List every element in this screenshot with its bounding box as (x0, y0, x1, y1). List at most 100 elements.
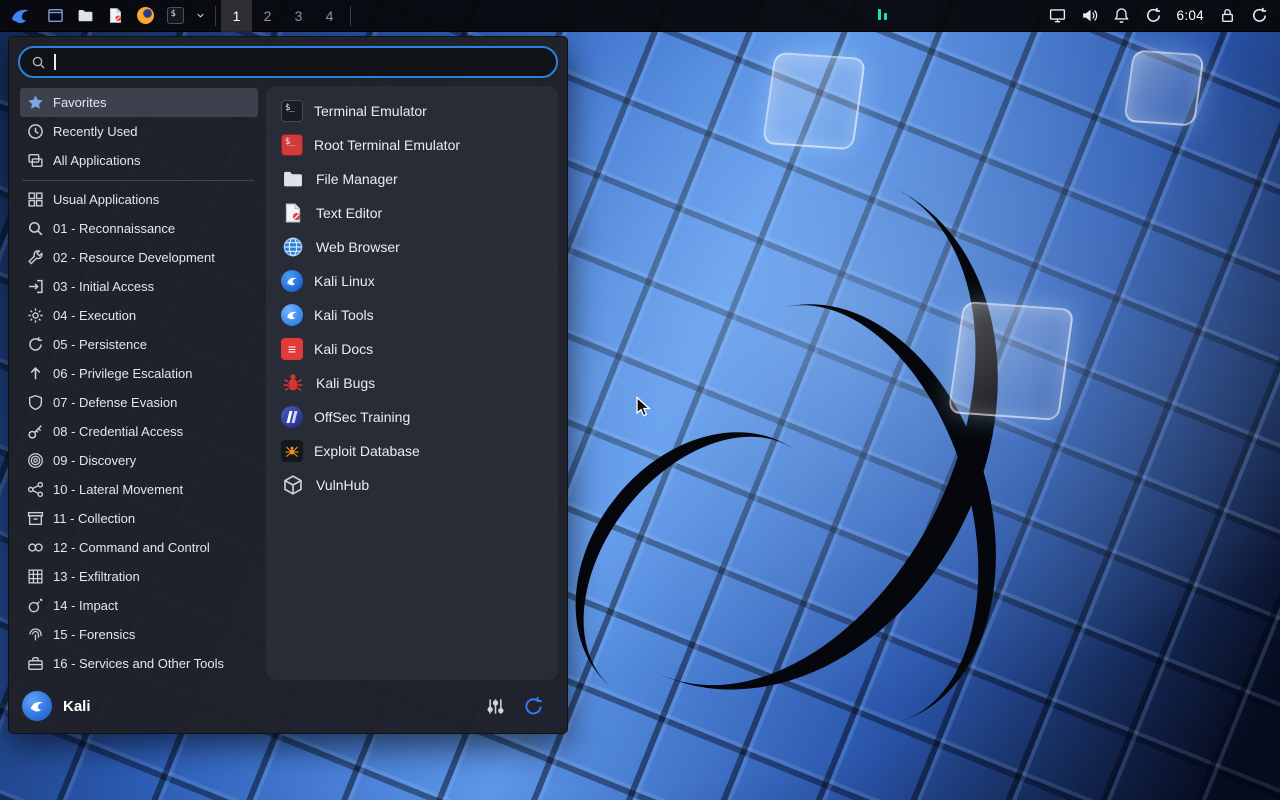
workspace-3[interactable]: 3 (283, 0, 314, 32)
web-browser-icon (281, 235, 305, 259)
clock[interactable]: 6:04 (1177, 8, 1204, 23)
category-label: 09 - Discovery (53, 453, 137, 468)
category-label: 14 - Impact (53, 598, 119, 613)
category-item-10-lateral-movement[interactable]: 10 - Lateral Movement (20, 475, 258, 504)
category-item-14-impact[interactable]: 14 - Impact (20, 591, 258, 620)
category-item-all-applications[interactable]: All Applications (20, 146, 258, 175)
updates-icon[interactable] (1145, 7, 1162, 24)
category-item-03-initial-access[interactable]: 03 - Initial Access (20, 272, 258, 301)
category-label: 04 - Execution (53, 308, 137, 323)
category-item-11-collection[interactable]: 11 - Collection (20, 504, 258, 533)
arrow-up-icon (27, 365, 44, 382)
app-label: Root Terminal Emulator (314, 137, 461, 153)
wallpaper-decoration (1123, 49, 1205, 127)
app-item-web-browser[interactable]: Web Browser (275, 230, 549, 264)
text-caret (54, 54, 56, 70)
app-item-kali-bugs[interactable]: Kali Bugs (275, 366, 549, 400)
wallpaper-decoration (761, 51, 867, 151)
app-label: Web Browser (316, 239, 400, 255)
search-bar[interactable] (18, 46, 558, 78)
category-label: Recently Used (53, 124, 138, 139)
panel-separator (350, 5, 351, 26)
app-label: Kali Linux (314, 273, 375, 289)
category-item-07-defense-evasion[interactable]: 07 - Defense Evasion (20, 388, 258, 417)
root-terminal-icon (281, 134, 303, 156)
launcher-terminal[interactable] (160, 0, 190, 32)
app-item-root-terminal-emulator[interactable]: Root Terminal Emulator (275, 128, 549, 162)
category-item-01-reconnaissance[interactable]: 01 - Reconnaissance (20, 214, 258, 243)
terminal-icon (166, 7, 184, 24)
category-label: 12 - Command and Control (53, 540, 210, 555)
star-icon (27, 94, 44, 111)
system-tray: 6:04 (1049, 7, 1280, 24)
kali-docs-icon (281, 338, 303, 360)
app-list: Terminal Emulator Root Terminal Emulator… (266, 86, 558, 680)
app-item-terminal-emulator[interactable]: Terminal Emulator (275, 94, 549, 128)
workspace-4[interactable]: 4 (314, 0, 345, 32)
menu-settings-icon[interactable] (486, 697, 505, 716)
session-icon[interactable] (1251, 7, 1268, 24)
volume-icon[interactable] (1081, 7, 1098, 24)
offsec-icon (281, 406, 303, 428)
workspace-1[interactable]: 1 (221, 0, 252, 32)
category-item-15-forensics[interactable]: 15 - Forensics (20, 620, 258, 649)
status-indicator (878, 9, 887, 20)
app-item-kali-docs[interactable]: Kali Docs (275, 332, 549, 366)
app-item-file-manager[interactable]: File Manager (275, 162, 549, 196)
category-item-usual-applications[interactable]: Usual Applications (20, 185, 258, 214)
text-editor-icon (281, 201, 305, 225)
whisker-menu-button[interactable] (0, 0, 40, 32)
category-list: Favorites Recently Used All Applications… (18, 86, 258, 680)
app-item-offsec-training[interactable]: OffSec Training (275, 400, 549, 434)
kali-tools-icon (281, 304, 303, 326)
app-label: OffSec Training (314, 409, 411, 425)
app-item-exploit-database[interactable]: Exploit Database (275, 434, 549, 468)
app-label: Kali Docs (314, 341, 374, 357)
app-item-vulnhub[interactable]: VulnHub (275, 468, 549, 502)
terminal-dropdown-button[interactable] (190, 0, 210, 32)
search-input[interactable] (63, 54, 545, 70)
kali-logo-icon (8, 3, 33, 28)
category-item-06-privilege-escalation[interactable]: 06 - Privilege Escalation (20, 359, 258, 388)
terminal-icon (281, 100, 303, 122)
exploit-db-icon (281, 440, 303, 462)
app-item-kali-linux[interactable]: Kali Linux (275, 264, 549, 298)
category-item-09-discovery[interactable]: 09 - Discovery (20, 446, 258, 475)
panel-separator (215, 5, 216, 26)
app-label: Exploit Database (314, 443, 420, 459)
category-item-16-services-and-other-tools[interactable]: 16 - Services and Other Tools (20, 649, 258, 678)
launcher-text-editor[interactable] (100, 0, 130, 32)
wallpaper-decoration (947, 301, 1075, 421)
launcher-web-browser[interactable] (130, 0, 160, 32)
category-item-02-resource-development[interactable]: 02 - Resource Development (20, 243, 258, 272)
category-item-04-execution[interactable]: 04 - Execution (20, 301, 258, 330)
workspace-switcher: 1 2 3 4 (221, 0, 345, 32)
category-label: 03 - Initial Access (53, 279, 155, 294)
category-label: 07 - Defense Evasion (53, 395, 178, 410)
mouse-cursor (636, 396, 651, 417)
notifications-icon[interactable] (1113, 7, 1130, 24)
display-icon[interactable] (1049, 7, 1066, 24)
launcher-file-manager[interactable] (70, 0, 100, 32)
session-button-icon[interactable] (523, 696, 544, 717)
link-icon (27, 539, 44, 556)
app-item-kali-tools[interactable]: Kali Tools (275, 298, 549, 332)
search-icon (31, 55, 46, 70)
lock-icon[interactable] (1219, 7, 1236, 24)
app-item-text-editor[interactable]: Text Editor (275, 196, 549, 230)
category-item-13-exfiltration[interactable]: 13 - Exfiltration (20, 562, 258, 591)
folder-icon (77, 7, 94, 24)
category-item-recently-used[interactable]: Recently Used (20, 117, 258, 146)
category-label: All Applications (53, 153, 141, 168)
file-manager-icon (281, 167, 305, 191)
category-item-05-persistence[interactable]: 05 - Persistence (20, 330, 258, 359)
category-item-favorites[interactable]: Favorites (20, 88, 258, 117)
category-label: 16 - Services and Other Tools (53, 656, 225, 671)
category-label: 02 - Resource Development (53, 250, 215, 265)
kali-user-icon (22, 691, 52, 721)
workspace-2[interactable]: 2 (252, 0, 283, 32)
launcher-app-finder[interactable] (40, 0, 70, 32)
category-label: 15 - Forensics (53, 627, 136, 642)
category-item-08-credential-access[interactable]: 08 - Credential Access (20, 417, 258, 446)
category-item-12-command-and-control[interactable]: 12 - Command and Control (20, 533, 258, 562)
